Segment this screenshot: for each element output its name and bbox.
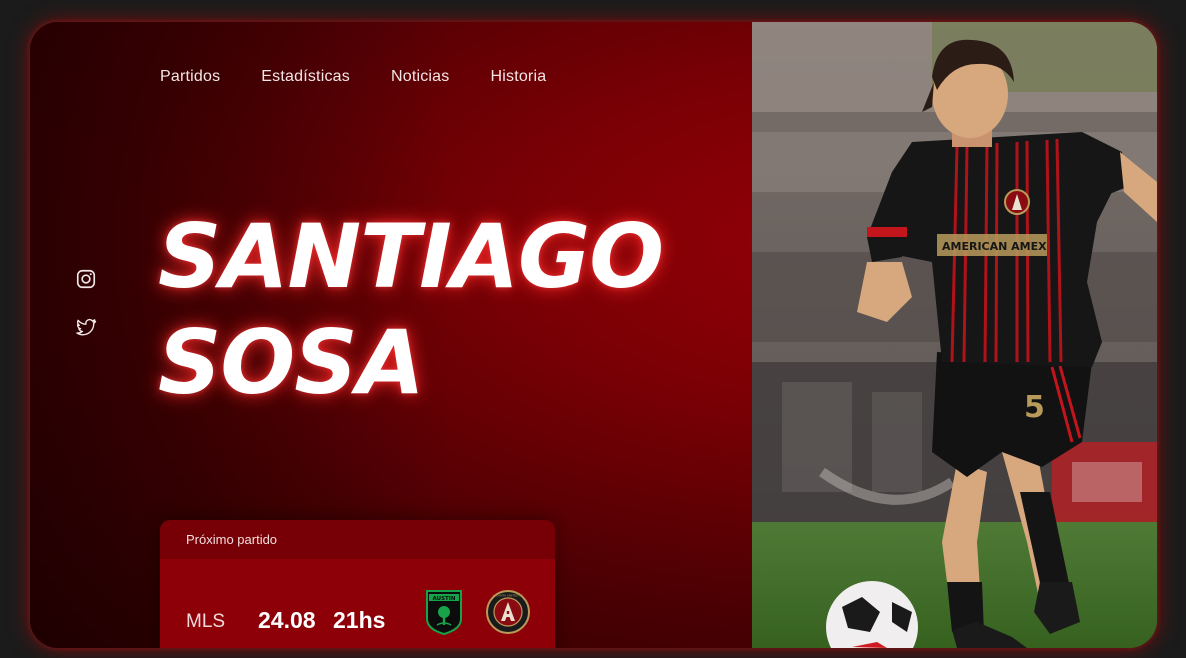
atlanta-crest-text: ATLANTA UNITED FC bbox=[493, 594, 523, 598]
player-photo-art: 5 AMERICAN AMEX bbox=[752, 22, 1157, 648]
next-match-body: MLS 24.08 21hs AUSTIN ATLANTA UNITED FC bbox=[160, 559, 555, 648]
next-match-card[interactable]: Próximo partido MLS 24.08 21hs AUSTIN AT… bbox=[160, 520, 555, 648]
hero-card: Partidos Estadísticas Noticias Historia … bbox=[30, 22, 1157, 648]
player-photo: 5 AMERICAN AMEX bbox=[752, 22, 1157, 648]
match-league: MLS bbox=[186, 611, 226, 632]
atlanta-united-crest-icon: ATLANTA UNITED FC bbox=[486, 590, 530, 634]
player-first-name: SANTIAGO bbox=[158, 205, 664, 308]
austin-fc-crest-icon: AUSTIN bbox=[426, 590, 462, 635]
austin-crest-text: AUSTIN bbox=[433, 596, 456, 602]
social-links bbox=[75, 268, 97, 338]
instagram-icon[interactable] bbox=[75, 268, 97, 290]
jersey-sponsor: AMERICAN AMEX bbox=[942, 240, 1047, 253]
twitter-icon[interactable] bbox=[75, 316, 97, 338]
player-last-name: SOSA bbox=[158, 311, 425, 414]
next-match-header: Próximo partido bbox=[160, 520, 555, 559]
nav-item-estadisticas[interactable]: Estadísticas bbox=[261, 68, 350, 86]
shorts-number: 5 bbox=[1024, 390, 1045, 425]
match-time: 21hs bbox=[333, 607, 386, 633]
nav-item-noticias[interactable]: Noticias bbox=[391, 68, 450, 86]
nav-item-historia[interactable]: Historia bbox=[490, 68, 546, 86]
nav-item-partidos[interactable]: Partidos bbox=[160, 68, 220, 86]
main-nav: Partidos Estadísticas Noticias Historia bbox=[160, 68, 587, 86]
match-date: 24.08 bbox=[258, 607, 316, 633]
player-name: SANTIAGO SOSA bbox=[158, 204, 664, 416]
